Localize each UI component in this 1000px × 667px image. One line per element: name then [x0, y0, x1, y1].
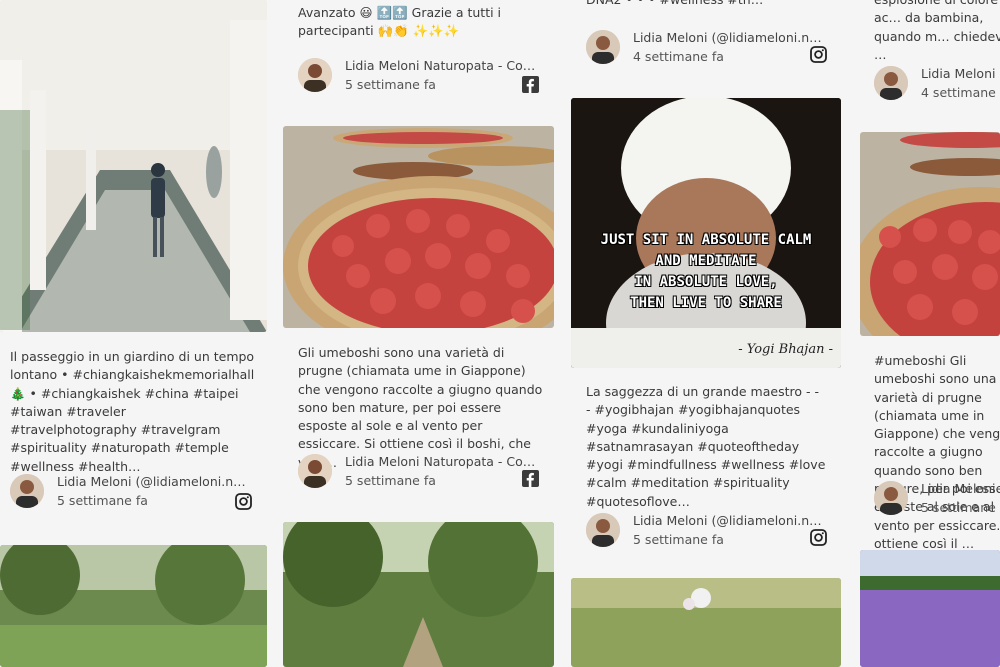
avatar[interactable] [586, 30, 620, 64]
avatar[interactable] [10, 474, 44, 508]
post-photo-forest[interactable] [0, 545, 267, 667]
post-photo-forest-path[interactable] [283, 522, 554, 667]
post-time: 5 settimane fa [345, 473, 436, 488]
post-time: 4 settimane fa [921, 85, 1000, 100]
facebook-icon[interactable] [522, 76, 539, 93]
post-caption: Il passeggio in un giardino di un tempo … [10, 349, 255, 474]
quote-author: - Yogi Bhajan - [738, 342, 833, 357]
post-meta: Lidia Meloni (@lidiameloni.n… 5 settiman… [10, 474, 255, 512]
post-meta: Lidia Meloni Naturopata - Co… 5 settiman… [298, 58, 543, 96]
author-name[interactable]: Lidia Meloni (@lidiameloni.n… [633, 513, 822, 528]
quote-line: AND MEDITATE [655, 253, 757, 269]
quote-line: IN ABSOLUTE LOVE, [634, 274, 778, 290]
quote-text: JUST SIT IN ABSOLUTE CALM AND MEDITATE I… [571, 230, 841, 314]
post-photo-yogi-quote[interactable]: JUST SIT IN ABSOLUTE CALM AND MEDITATE I… [571, 98, 841, 368]
post-photo-memorial-hall-corridor[interactable] [0, 0, 267, 332]
avatar[interactable] [298, 454, 332, 488]
facebook-icon[interactable] [522, 470, 539, 487]
avatar[interactable] [586, 513, 620, 547]
post-meta: Lidia Meloni (@lidiameloni.n… 4 settiman… [586, 30, 831, 68]
post-time: 5 settimane fa [345, 77, 436, 92]
post-photo-meadow[interactable] [571, 578, 841, 667]
quote-line: JUST SIT IN ABSOLUTE CALM [600, 232, 812, 248]
post-caption-top: DNA2 • • • #wellness #th… [586, 0, 816, 9]
author-name[interactable]: Lidia Meloni (@ [921, 66, 1000, 81]
post-caption-top: Avanzato 😃 🔝🔝 Grazie a tutti i partecipa… [298, 5, 502, 39]
instagram-icon[interactable] [235, 493, 252, 510]
post-time: 5 settimane fa [633, 532, 724, 547]
avatar[interactable] [874, 481, 908, 515]
post-caption: La saggezza di un grande maestro - - - #… [586, 384, 826, 509]
post-time: 4 settimane fa [633, 49, 724, 64]
post-time: 5 settimane fa [921, 500, 1000, 515]
post-time: 5 settimane fa [57, 493, 148, 508]
author-name[interactable]: Lidia Meloni (@ [921, 481, 1000, 496]
post-meta: Lidia Meloni (@ 5 settimane fa [874, 481, 1000, 519]
post-meta: Lidia Meloni Naturopata - Co… 5 settiman… [298, 454, 543, 492]
post-caption-top: esplosione di colore ac… da bambina, qua… [874, 0, 1000, 62]
post-meta: Lidia Meloni (@ 4 settimane fa [874, 66, 1000, 104]
avatar[interactable] [874, 66, 908, 100]
post-photo-umeboshi[interactable] [860, 132, 1000, 336]
post-photo-umeboshi[interactable] [283, 126, 554, 328]
author-name[interactable]: Lidia Meloni Naturopata - Co… [345, 454, 535, 469]
quote-line: THEN LIVE TO SHARE [630, 295, 782, 311]
instagram-icon[interactable] [810, 46, 827, 63]
post-meta: Lidia Meloni (@lidiameloni.n… 5 settiman… [586, 513, 831, 551]
author-name[interactable]: Lidia Meloni (@lidiameloni.n… [633, 30, 822, 45]
avatar[interactable] [298, 58, 332, 92]
post-caption: Gli umeboshi sono una varietà di prugne … [298, 345, 543, 470]
post-photo-lavender[interactable] [860, 550, 1000, 667]
instagram-icon[interactable] [810, 529, 827, 546]
author-name[interactable]: Lidia Meloni Naturopata - Co… [345, 58, 535, 73]
author-name[interactable]: Lidia Meloni (@lidiameloni.n… [57, 474, 246, 489]
post-caption: #umeboshi Gli umeboshi sono una varietà … [874, 353, 1000, 551]
